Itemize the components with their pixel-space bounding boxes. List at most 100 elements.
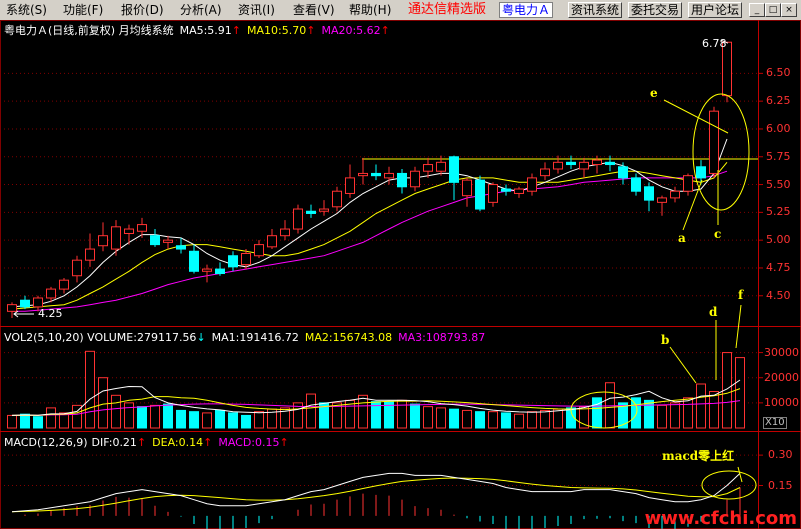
candle-body bbox=[33, 297, 43, 308]
chart-frame bbox=[0, 20, 801, 529]
highlight-ellipse-price bbox=[692, 93, 750, 211]
candle-body bbox=[501, 188, 511, 192]
macd-tick-label: 0.30 bbox=[768, 448, 793, 462]
volume-bar bbox=[280, 407, 290, 429]
vol-ma1-label: MA1:191416.72 bbox=[211, 331, 299, 344]
candle-body bbox=[397, 172, 407, 188]
annotation-d: d bbox=[709, 305, 718, 319]
annotation-b: b bbox=[661, 333, 670, 347]
dea-label: DEA:0.14 bbox=[152, 436, 204, 449]
volume-bar bbox=[527, 411, 537, 429]
macd-title: MACD(12,26,9) bbox=[4, 436, 88, 449]
menu-analysis[interactable]: 分析(A) bbox=[180, 3, 222, 17]
volume-bar bbox=[566, 407, 576, 429]
highlight-ellipse-volume bbox=[570, 391, 638, 429]
trade-button[interactable]: 委托交易 bbox=[628, 2, 683, 18]
highlight-ellipse-macd bbox=[701, 470, 757, 500]
volume-bar bbox=[592, 397, 602, 429]
volume-bar bbox=[683, 397, 693, 429]
volume-bar bbox=[670, 402, 680, 429]
forum-button[interactable]: 用户论坛 bbox=[688, 2, 743, 18]
volume-bar bbox=[657, 404, 667, 429]
volume-bar bbox=[85, 350, 95, 429]
max-price-label: 6.78 bbox=[702, 37, 727, 51]
ma5-line bbox=[11, 138, 728, 308]
candle-body bbox=[163, 239, 173, 243]
candle-body bbox=[605, 161, 615, 166]
volume-bar bbox=[579, 406, 589, 429]
candle-body bbox=[72, 259, 82, 277]
candle-body bbox=[254, 244, 264, 257]
menu-system[interactable]: 系统(S) bbox=[6, 3, 47, 17]
volume-bar bbox=[189, 411, 199, 429]
macd-label: MACD:0.15 bbox=[218, 436, 280, 449]
volume-bar bbox=[72, 404, 82, 429]
vol-ma2-label: MA2:156743.08 bbox=[304, 331, 393, 344]
candle-body bbox=[111, 226, 121, 250]
candle-body bbox=[358, 172, 368, 177]
volume-bar bbox=[345, 399, 355, 429]
candle-body bbox=[124, 228, 134, 234]
volume-bar bbox=[176, 409, 186, 429]
watermark: www.cfchi.com bbox=[644, 508, 797, 529]
menu-function[interactable]: 功能(F) bbox=[63, 3, 103, 17]
price-header: 粤电力Ａ(日线,前复权) 月均线系统 MA5:5.91↑ MA10:5.70↑ MA2… bbox=[4, 24, 396, 37]
volume-bar bbox=[150, 404, 160, 429]
price-tick-label: 6.50 bbox=[766, 66, 791, 80]
volume-bar bbox=[540, 409, 550, 429]
volume-bar bbox=[306, 393, 316, 429]
dea-line bbox=[11, 477, 741, 513]
volume-bar bbox=[722, 352, 732, 429]
vol-ma1-line bbox=[11, 379, 741, 416]
menu-help[interactable]: 帮助(H) bbox=[349, 3, 391, 17]
candle-body bbox=[683, 175, 693, 192]
menu-bar: 系统(S) 功能(F) 报价(D) 分析(A) 资讯(I) 查看(V) 帮助(H… bbox=[0, 0, 801, 21]
volume-bar bbox=[254, 411, 264, 429]
candle-body bbox=[85, 248, 95, 261]
candle-body bbox=[202, 268, 212, 272]
candle-body bbox=[631, 177, 641, 192]
b-leader bbox=[669, 346, 697, 384]
candle-body bbox=[384, 172, 394, 179]
volume-bar bbox=[449, 408, 459, 429]
candle-body bbox=[410, 170, 420, 188]
volume-bar bbox=[228, 412, 238, 429]
volume-down-icon: ↓ bbox=[196, 331, 206, 344]
maximize-button[interactable]: □ bbox=[765, 3, 781, 17]
dif-line bbox=[11, 472, 741, 513]
volume-bar bbox=[488, 411, 498, 429]
info-system-button[interactable]: 资讯系统 bbox=[568, 2, 623, 18]
e-leader bbox=[663, 99, 729, 134]
minimize-button[interactable]: _ bbox=[749, 3, 765, 17]
candle-body bbox=[436, 161, 446, 172]
stock-name-field[interactable]: 粤电力Ａ bbox=[499, 2, 554, 18]
stock-chart[interactable] bbox=[0, 0, 801, 529]
brand-title: 通达信精选版 bbox=[408, 2, 487, 17]
candle-body bbox=[345, 177, 355, 194]
candle-body bbox=[540, 168, 550, 177]
menu-quote[interactable]: 报价(D) bbox=[121, 3, 164, 17]
candle-body bbox=[449, 156, 459, 183]
price-tick-label: 4.75 bbox=[766, 260, 791, 274]
volume-bar bbox=[397, 399, 407, 429]
candle-body bbox=[488, 184, 498, 203]
volume-bar bbox=[423, 406, 433, 429]
menu-view[interactable]: 查看(V) bbox=[293, 3, 335, 17]
annotation-macd-note: macd零上红 bbox=[662, 449, 735, 463]
ma20-up-icon: ↑ bbox=[380, 24, 390, 37]
volume-bar bbox=[644, 399, 654, 429]
close-button[interactable]: × bbox=[781, 3, 797, 17]
annotation-c: c bbox=[714, 227, 722, 241]
price-tick-label: 5.25 bbox=[766, 205, 791, 219]
candle-body bbox=[319, 208, 329, 212]
volume-unit-label: X10 bbox=[763, 417, 787, 429]
candle-body bbox=[46, 288, 56, 299]
candle-body bbox=[7, 304, 17, 312]
candle-body bbox=[280, 228, 290, 237]
ma5-label: MA5:5.91 bbox=[179, 24, 232, 37]
candle-body bbox=[189, 250, 199, 272]
volume-bar bbox=[501, 412, 511, 429]
ma10-line bbox=[11, 161, 728, 310]
volume-bar bbox=[553, 408, 563, 429]
menu-info[interactable]: 资讯(I) bbox=[238, 3, 275, 17]
